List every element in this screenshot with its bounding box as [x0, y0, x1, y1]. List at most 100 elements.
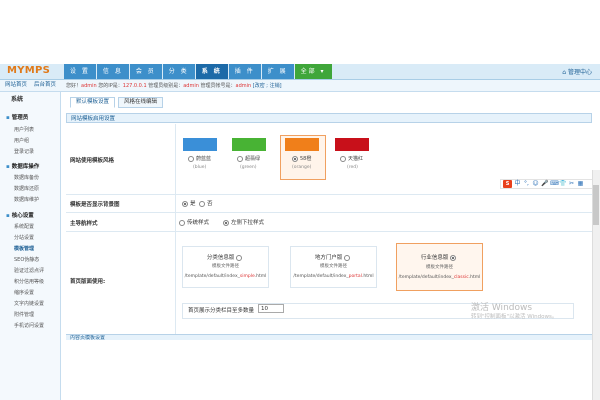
greeting-level: admin — [183, 83, 199, 89]
sidebar-item[interactable]: 文字内链设置 — [14, 300, 44, 307]
nav-item[interactable]: 扩 展 — [261, 64, 294, 79]
tab-style-editor[interactable]: 风格在线编辑 — [118, 97, 164, 108]
sidebar-group-admin[interactable]: ▪ 管理员 — [6, 113, 28, 121]
radio-icon — [223, 219, 229, 226]
sidebar-item[interactable]: 积分信用等级 — [14, 278, 44, 285]
group-label: 数据库操作 — [11, 164, 40, 170]
card-path: /template/default/index_classic.html — [397, 275, 482, 280]
path-hl: portal — [348, 274, 362, 279]
nav-item[interactable]: 信 息 — [96, 64, 129, 79]
style-option-green[interactable]: 超翡绿 — [237, 155, 260, 162]
radio-icon — [179, 219, 185, 226]
triangle-icon: ▪ — [6, 115, 10, 121]
scissors-icon[interactable]: ✂ — [568, 180, 575, 188]
chinese-mode-icon[interactable]: 中 — [514, 180, 521, 188]
triangle-icon: ▪ — [6, 164, 10, 170]
sidebar-item[interactable]: 数据库还原 — [14, 185, 39, 192]
home-card-portal[interactable]: 地方门户版 模板文件路径 /template/default/index_por… — [290, 246, 377, 288]
count-label: 首页展示分类栏目至多数量 — [188, 308, 255, 314]
nav-item[interactable]: 会 员 — [129, 64, 162, 79]
home-icon: ⌂ — [562, 69, 567, 76]
home-row-label: 首页版面使用: — [70, 279, 106, 285]
path-pre: /template/default/index_ — [293, 274, 349, 279]
sidebar-item-template[interactable]: 模板管理 — [14, 245, 34, 252]
keyboard-icon[interactable]: ⌨ — [550, 180, 559, 188]
sidebar-item[interactable]: 缩序设置 — [14, 289, 34, 296]
sidebar-item[interactable]: 系统配置 — [14, 223, 34, 230]
section-title: 网站模板启用设置 — [66, 113, 592, 123]
style-code: (green) — [240, 165, 257, 170]
greeting-links[interactable]: [改密 ; 注销] — [251, 83, 282, 89]
style-name: 58橙 — [300, 156, 312, 162]
emoji-icon[interactable]: ☺ — [532, 180, 539, 188]
nav-item-all[interactable]: 全部 ▾ — [294, 64, 332, 79]
top-blank — [0, 0, 600, 64]
style-row-label: 网站使用模板风格 — [70, 158, 115, 164]
sidebar-item[interactable]: 附件管理 — [14, 311, 34, 318]
style-code: (blue) — [193, 165, 207, 170]
sogou-logo-icon[interactable]: S — [503, 180, 512, 188]
nav-item-system[interactable]: 系 统 — [195, 64, 228, 79]
admin-center-link[interactable]: ⌂ 管理中心 — [562, 67, 592, 76]
tab-default-template[interactable]: 默认模板设置 — [70, 97, 116, 108]
nav-option-left[interactable]: 左侧下拉样式 — [223, 218, 264, 226]
nav-item[interactable]: 设 置 — [64, 64, 96, 79]
swatch-green — [232, 138, 266, 151]
card-sub: 模板文件路径 — [212, 264, 239, 269]
sidebar-item[interactable]: 手机访问设置 — [14, 322, 44, 329]
style-name: 天猫红 — [348, 156, 364, 162]
sidebar-title: 系统 — [11, 96, 24, 103]
nav-item[interactable]: 插 件 — [228, 64, 261, 79]
style-option-red[interactable]: 天猫红 — [340, 155, 363, 162]
option-label: 否 — [207, 201, 213, 207]
style-name: 超翡绿 — [245, 156, 261, 162]
nav-row-label: 主导航样式 — [70, 221, 98, 227]
logo: MYMPS — [7, 65, 51, 76]
radio-icon — [237, 155, 243, 162]
nav-option-traditional[interactable]: 传统样式 — [179, 218, 209, 226]
sidebar-item[interactable]: 分站设置 — [14, 234, 34, 241]
skin-icon[interactable]: 👕 — [559, 180, 566, 188]
sidebar-item[interactable]: 登录记录 — [14, 148, 34, 155]
path-hl: simple — [239, 274, 255, 279]
microphone-icon[interactable]: 🎤 — [541, 180, 548, 188]
home-card-simple[interactable]: 分类信息版 模板文件路径 /template/default/index_sim… — [182, 246, 269, 288]
sidebar-item[interactable]: SEO伪静态 — [14, 256, 39, 263]
path-post: .html — [361, 274, 374, 279]
home-card-classic[interactable]: 行业信息版 模板文件路径 /template/default/index_cla… — [396, 243, 483, 291]
style-option-blue[interactable]: 蔚蓝蓝 — [188, 155, 211, 162]
bg-option-no[interactable]: 否 — [199, 199, 213, 207]
path-post: .html — [254, 274, 267, 279]
style-option-orange[interactable]: 58橙 — [292, 155, 311, 162]
grid-icon[interactable]: ▦ — [577, 180, 584, 188]
count-input[interactable]: 10 — [258, 304, 284, 313]
bg-option-yes[interactable]: 是 — [182, 199, 196, 207]
greeting: 您好！admin 您的IP是：127.0.0.1 管理员级别是：admin 管理… — [66, 82, 282, 89]
sidebar-item[interactable]: 验证过滤点评 — [14, 267, 44, 274]
main-nav: 设 置 信 息 会 员 分 类 系 统 插 件 扩 展 全部 ▾ — [64, 64, 333, 79]
option-label: 传统样式 — [187, 220, 210, 226]
scrollbar-thumb[interactable] — [593, 185, 599, 225]
sidebar-item[interactable]: 用户列表 — [14, 126, 34, 133]
ime-toolbar: S 中 °, ☺ 🎤 ⌨ 👕 ✂ ▦ — [500, 179, 598, 189]
backend-home-link[interactable]: 后台首页 — [34, 81, 56, 90]
punctuation-icon[interactable]: °, — [523, 180, 530, 188]
radio-icon — [344, 254, 351, 261]
sidebar-item[interactable]: 用户组 — [14, 137, 29, 144]
card-sub: 模板文件路径 — [426, 265, 453, 270]
group-label: 管理员 — [11, 115, 29, 121]
greeting-mid: 管理员级别是： — [146, 83, 184, 89]
sidebar-group-db[interactable]: ▪ 数据库操作 — [6, 162, 39, 170]
sidebar-group-core[interactable]: ▪ 核心设置 — [6, 211, 34, 219]
site-home-link[interactable]: 网站首页 — [5, 81, 27, 90]
divider — [66, 194, 592, 195]
divider — [175, 124, 176, 334]
admin-center-label: 管理中心 — [567, 69, 592, 76]
sidebar-item[interactable]: 数据库维护 — [14, 196, 39, 203]
divider — [66, 212, 592, 213]
greeting-ip-pre: 您的IP是： — [96, 83, 123, 89]
sidebar-item[interactable]: 数据库备份 — [14, 174, 39, 181]
nav-item[interactable]: 分 类 — [162, 64, 195, 79]
card-path: /template/default/index_portal.html — [291, 274, 376, 279]
greeting-user: admin — [81, 83, 97, 89]
